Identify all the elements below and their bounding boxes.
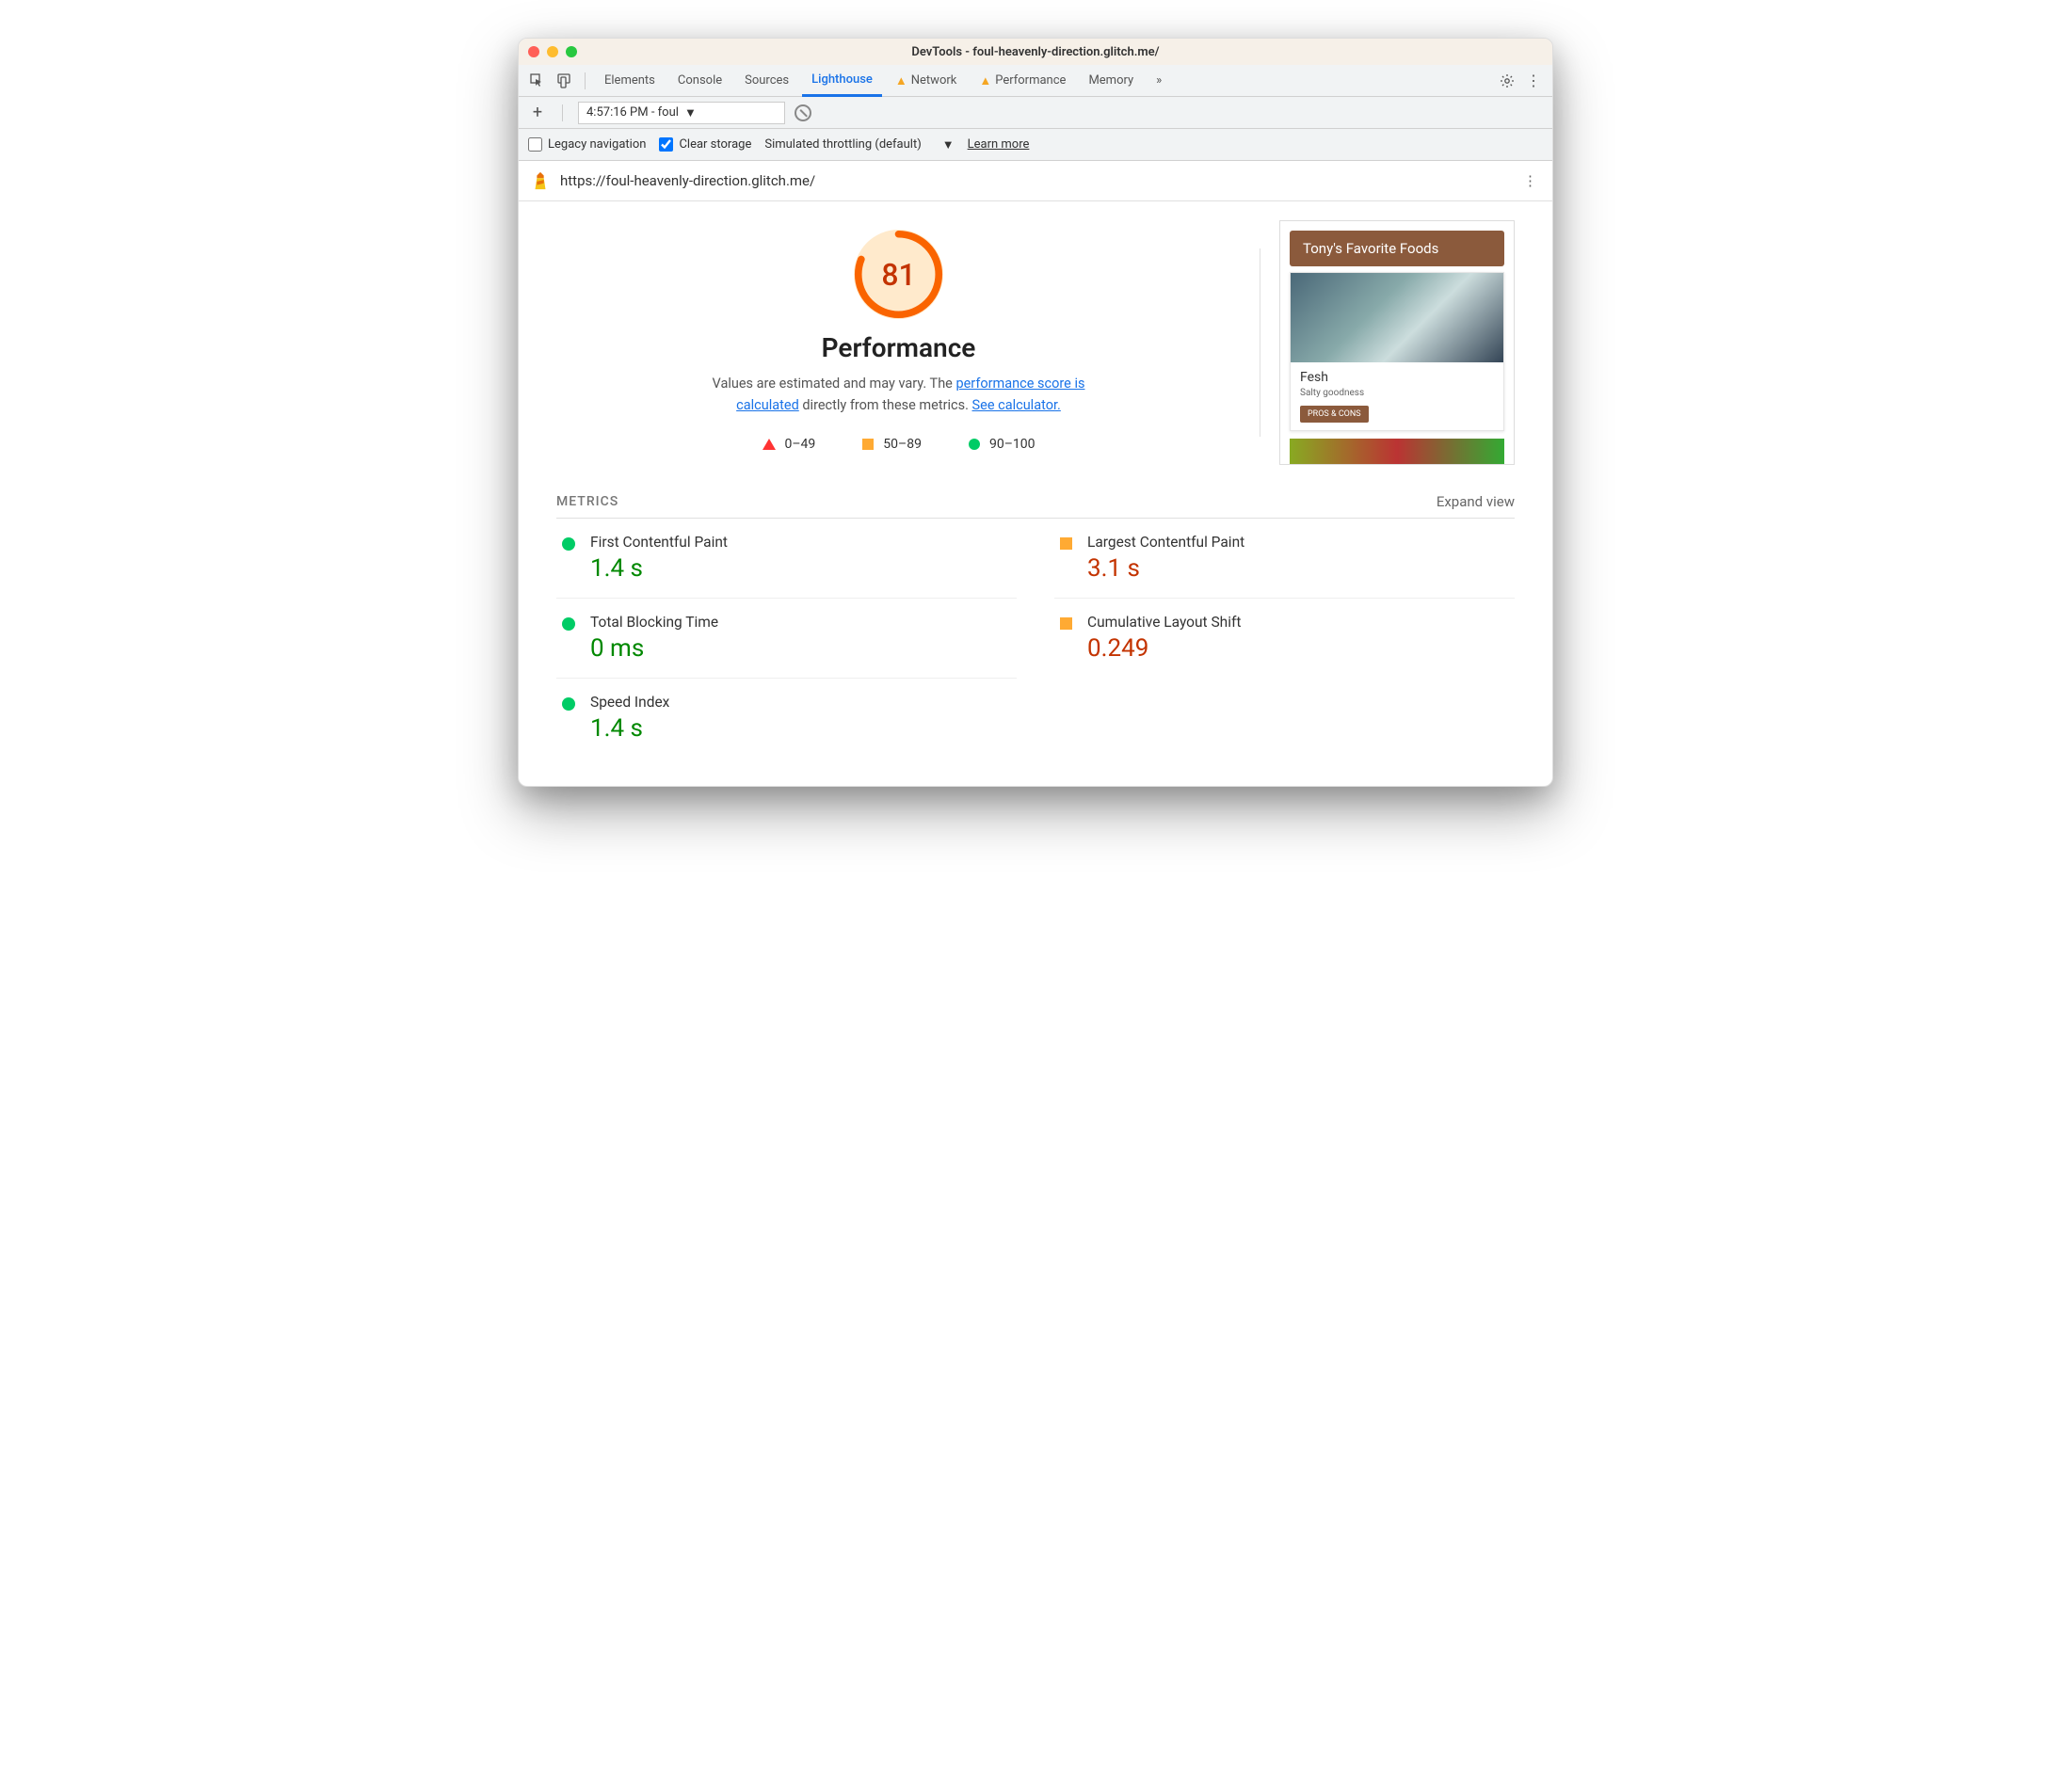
category-title: Performance (556, 332, 1241, 363)
dropdown-caret-icon: ▼ (684, 105, 777, 120)
metric-name: Largest Contentful Paint (1087, 534, 1515, 551)
clear-reports-icon[interactable] (795, 104, 811, 121)
tab-memory[interactable]: Memory (1079, 65, 1143, 97)
tab-lighthouse[interactable]: Lighthouse (802, 65, 882, 97)
score-gauge: 81 (854, 230, 943, 319)
clear-storage-input[interactable] (659, 137, 673, 152)
clear-storage-label: Clear storage (679, 137, 751, 152)
metric-name: First Contentful Paint (590, 534, 1017, 551)
legend-pass: 90–100 (969, 437, 1036, 452)
report-selector-label: 4:57:16 PM - foul-heavenly-direction.gli… (586, 105, 679, 120)
circle-icon (969, 439, 980, 450)
legacy-nav-input[interactable] (528, 137, 542, 152)
circle-icon (562, 537, 575, 551)
preview-strip-image (1290, 439, 1504, 465)
legend-fail: 0–49 (763, 437, 816, 452)
more-tabs-button[interactable]: » (1147, 65, 1171, 97)
settings-gear-icon[interactable] (1496, 70, 1518, 92)
window-titlebar: DevTools - foul-heavenly-direction.glitc… (519, 39, 1552, 65)
metric-body: First Contentful Paint 1.4 s (590, 534, 1017, 583)
metric-value: 0.249 (1087, 634, 1515, 663)
preview-card-subtitle: Salty goodness (1300, 388, 1494, 398)
metric-row[interactable]: Speed Index 1.4 s (556, 678, 1017, 758)
preview-card-button: PROS & CONS (1300, 406, 1369, 423)
report-summary: 81 Performance Values are estimated and … (519, 201, 1552, 474)
legend-average: 50–89 (862, 437, 922, 452)
traffic-lights (528, 46, 577, 57)
devtools-tabbar: Elements Console Sources Lighthouse ▲ Ne… (519, 65, 1552, 97)
tab-network[interactable]: ▲ Network (886, 65, 966, 97)
clear-storage-checkbox[interactable]: Clear storage (659, 137, 751, 152)
tab-sources[interactable]: Sources (735, 65, 798, 97)
metric-name: Cumulative Layout Shift (1087, 614, 1515, 631)
lighthouse-icon (530, 170, 551, 191)
tab-label: Performance (995, 73, 1066, 88)
tab-console[interactable]: Console (668, 65, 731, 97)
inspect-element-icon[interactable] (526, 70, 549, 92)
metric-value: 3.1 s (1087, 554, 1515, 583)
legacy-nav-checkbox[interactable]: Legacy navigation (528, 137, 646, 152)
score-legend: 0–49 50–89 90–100 (556, 437, 1241, 452)
metric-body: Speed Index 1.4 s (590, 694, 1017, 743)
square-icon (1060, 537, 1072, 550)
divider (585, 72, 586, 89)
performance-column: 81 Performance Values are estimated and … (556, 220, 1241, 465)
metric-value: 1.4 s (590, 714, 1017, 743)
report-url-bar: https://foul-heavenly-direction.glitch.m… (519, 161, 1552, 201)
square-icon (1060, 617, 1072, 630)
metric-value: 0 ms (590, 634, 1017, 663)
report-menu-icon[interactable]: ⋮ (1519, 168, 1541, 193)
metric-body: Cumulative Layout Shift 0.249 (1087, 614, 1515, 663)
tab-performance[interactable]: ▲ Performance (970, 65, 1075, 97)
circle-icon (562, 617, 575, 631)
metric-name: Speed Index (590, 694, 1017, 711)
close-window-button[interactable] (528, 46, 539, 57)
device-toggle-icon[interactable] (553, 70, 575, 92)
metric-row[interactable]: Cumulative Layout Shift 0.249 (1054, 598, 1515, 678)
window-title: DevTools - foul-heavenly-direction.glitc… (519, 45, 1552, 59)
metric-row[interactable]: Total Blocking Time 0 ms (556, 598, 1017, 678)
metrics-section: Metrics Expand view First Contentful Pai… (519, 474, 1552, 786)
gauge-arc-icon (854, 230, 943, 319)
legacy-nav-label: Legacy navigation (548, 137, 646, 152)
circle-icon (562, 697, 575, 711)
preview-frame: Tony's Favorite Foods Fesh Salty goodnes… (1279, 220, 1515, 465)
maximize-window-button[interactable] (566, 46, 577, 57)
devtools-window: DevTools - foul-heavenly-direction.glitc… (518, 38, 1553, 787)
minimize-window-button[interactable] (547, 46, 558, 57)
preview-site-header: Tony's Favorite Foods (1290, 231, 1504, 266)
lighthouse-options: Legacy navigation Clear storage Simulate… (519, 129, 1552, 161)
metrics-heading: Metrics (556, 494, 618, 509)
see-calculator-link[interactable]: See calculator. (972, 397, 1061, 413)
warning-icon: ▲ (895, 73, 907, 88)
warning-icon: ▲ (979, 73, 991, 88)
tab-elements[interactable]: Elements (595, 65, 665, 97)
preview-card-title: Fesh (1300, 370, 1494, 385)
lighthouse-toolbar: + 4:57:16 PM - foul-heavenly-direction.g… (519, 97, 1552, 129)
divider (562, 104, 563, 121)
metric-row[interactable]: Largest Contentful Paint 3.1 s (1054, 519, 1515, 598)
learn-more-link[interactable]: Learn more (968, 137, 1030, 152)
metric-row[interactable]: First Contentful Paint 1.4 s (556, 519, 1017, 598)
square-icon (862, 439, 874, 450)
new-report-button[interactable]: + (528, 103, 547, 122)
dropdown-caret-icon[interactable]: ▼ (942, 137, 955, 152)
metrics-grid: First Contentful Paint 1.4 s Largest Conte… (556, 519, 1515, 758)
preview-card: Fesh Salty goodness PROS & CONS (1290, 272, 1504, 431)
report-url: https://foul-heavenly-direction.glitch.m… (560, 172, 815, 189)
expand-view-toggle[interactable]: Expand view (1437, 493, 1515, 510)
report-selector[interactable]: 4:57:16 PM - foul-heavenly-direction.gli… (578, 102, 785, 124)
screenshot-preview: Tony's Favorite Foods Fesh Salty goodnes… (1279, 220, 1515, 465)
metric-value: 1.4 s (590, 554, 1017, 583)
tab-label: Network (911, 73, 957, 88)
metric-body: Largest Contentful Paint 3.1 s (1087, 534, 1515, 583)
kebab-menu-icon[interactable]: ⋮ (1522, 70, 1545, 92)
metric-name: Total Blocking Time (590, 614, 1017, 631)
throttling-label: Simulated throttling (default) (764, 137, 921, 152)
preview-card-image (1291, 273, 1503, 362)
metric-body: Total Blocking Time 0 ms (590, 614, 1017, 663)
triangle-icon (763, 439, 776, 450)
score-description: Values are estimated and may vary. The p… (692, 373, 1106, 416)
